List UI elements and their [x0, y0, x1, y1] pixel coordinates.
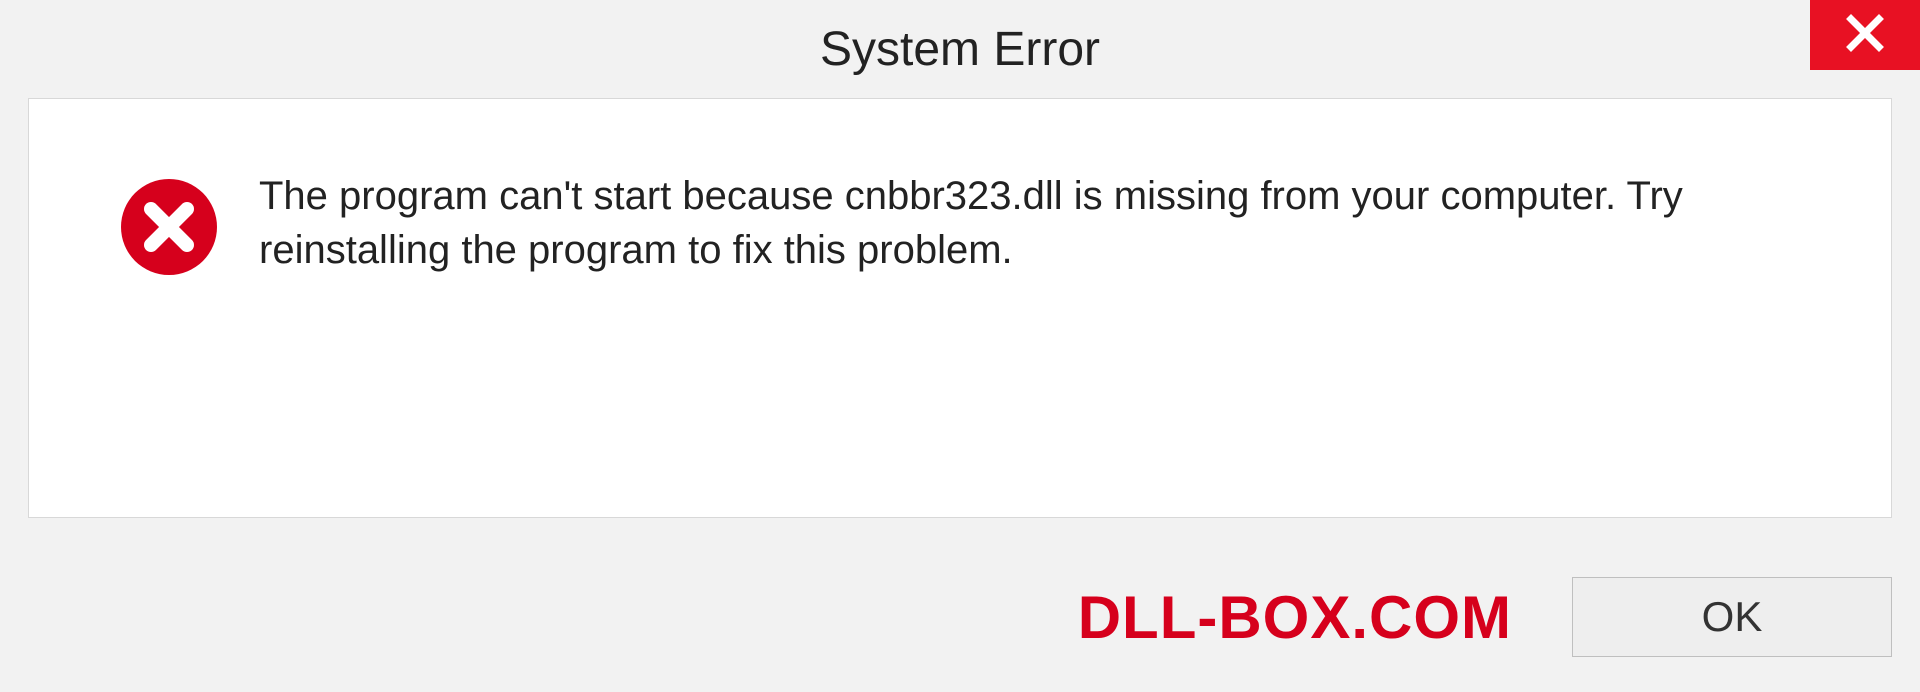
- dialog-footer: DLL-BOX.COM OK: [0, 542, 1920, 692]
- title-bar: System Error: [0, 0, 1920, 98]
- ok-button[interactable]: OK: [1572, 577, 1892, 657]
- ok-button-label: OK: [1702, 593, 1763, 641]
- close-icon: [1844, 12, 1886, 59]
- close-button[interactable]: [1810, 0, 1920, 70]
- content-panel: The program can't start because cnbbr323…: [28, 98, 1892, 518]
- error-icon: [119, 177, 219, 282]
- dialog-title: System Error: [820, 22, 1100, 77]
- watermark-text: DLL-BOX.COM: [1078, 583, 1512, 652]
- error-message: The program can't start because cnbbr323…: [259, 169, 1831, 277]
